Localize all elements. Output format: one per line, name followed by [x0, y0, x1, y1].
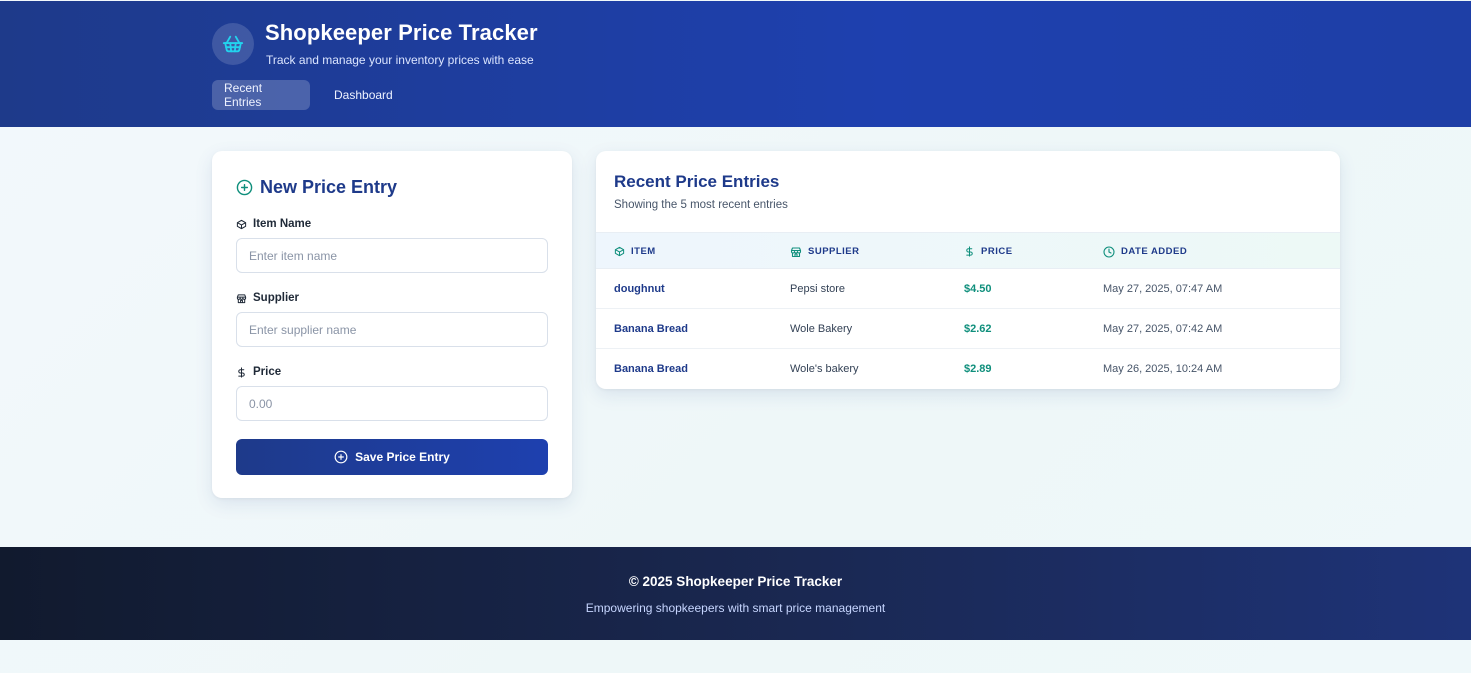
dollar-icon: [964, 246, 975, 257]
dollar-icon: [236, 366, 247, 378]
cell-price: $2.89: [964, 363, 992, 375]
app-footer: © 2025 Shopkeeper Price Tracker Empoweri…: [0, 547, 1471, 640]
column-header-price: PRICE: [964, 233, 1013, 270]
price-label-text: Price: [253, 366, 282, 378]
column-header-date: DATE ADDED: [1103, 233, 1187, 270]
cell-date: May 26, 2025, 10:24 AM: [1103, 363, 1223, 375]
cell-date: May 27, 2025, 07:47 AM: [1103, 283, 1223, 295]
cell-supplier: Wole Bakery: [790, 323, 853, 335]
price-input[interactable]: [236, 386, 548, 421]
recent-entries-subtitle: Showing the 5 most recent entries: [614, 199, 788, 211]
save-button-label: Save Price Entry: [355, 450, 450, 464]
item-name-input[interactable]: [236, 238, 548, 273]
cell-price: $2.62: [964, 323, 992, 335]
plus-circle-icon: [236, 179, 253, 196]
recent-entries-title: Recent Price Entries: [614, 172, 780, 191]
app-title: Shopkeeper Price Tracker: [265, 20, 538, 45]
footer-tagline: Empowering shopkeepers with smart price …: [585, 601, 886, 615]
tab-dashboard[interactable]: Dashboard: [322, 80, 405, 110]
cell-date: May 27, 2025, 07:42 AM: [1103, 323, 1223, 335]
cell-item: Banana Bread: [614, 363, 688, 375]
new-entry-form-card: New Price Entry Item Name Supplier Price…: [212, 151, 572, 498]
package-icon: [614, 246, 625, 257]
shopping-basket-icon: [222, 33, 244, 55]
column-header-item: ITEM: [614, 233, 656, 270]
form-title-text: New Price Entry: [260, 177, 398, 197]
column-header-supplier: SUPPLIER: [790, 233, 860, 270]
cell-price: $4.50: [964, 283, 992, 295]
table-row[interactable]: doughnut Pepsi store $4.50 May 27, 2025,…: [596, 269, 1340, 309]
column-header-date-text: DATE ADDED: [1121, 246, 1188, 257]
recent-entries-card: Recent Price Entries Showing the 5 most …: [596, 151, 1340, 389]
tab-recent-entries[interactable]: Recent Entries: [212, 80, 310, 110]
supplier-label-text: Supplier: [253, 292, 300, 304]
supplier-label: Supplier: [236, 292, 299, 304]
cell-supplier: Wole's bakery: [790, 363, 859, 375]
supplier-input[interactable]: [236, 312, 548, 347]
table-row[interactable]: Banana Bread Wole Bakery $2.62 May 27, 2…: [596, 309, 1340, 349]
column-header-item-text: ITEM: [631, 246, 656, 257]
column-header-price-text: PRICE: [981, 246, 1013, 257]
app-header: Shopkeeper Price Tracker Track and manag…: [0, 1, 1471, 127]
item-name-label: Item Name: [236, 218, 311, 230]
table-row[interactable]: Banana Bread Wole's bakery $2.89 May 26,…: [596, 349, 1340, 389]
package-icon: [236, 219, 247, 230]
column-header-supplier-text: SUPPLIER: [808, 246, 860, 257]
cell-supplier: Pepsi store: [790, 283, 846, 295]
brand-logo: [212, 23, 254, 65]
footer-copyright: © 2025 Shopkeeper Price Tracker: [628, 574, 843, 589]
table-header: ITEM SUPPLIER PRICE DATE ADDED: [596, 232, 1340, 269]
item-name-label-text: Item Name: [253, 218, 312, 230]
price-label: Price: [236, 366, 281, 378]
store-icon: [236, 293, 247, 304]
plus-circle-icon: [334, 450, 348, 464]
store-icon: [790, 246, 802, 258]
save-price-entry-button[interactable]: Save Price Entry: [236, 439, 548, 475]
cell-item: doughnut: [614, 283, 665, 295]
app-subtitle: Track and manage your inventory prices w…: [266, 53, 534, 67]
cell-item: Banana Bread: [614, 323, 688, 335]
form-title: New Price Entry: [236, 177, 397, 198]
clock-icon: [1103, 245, 1115, 258]
